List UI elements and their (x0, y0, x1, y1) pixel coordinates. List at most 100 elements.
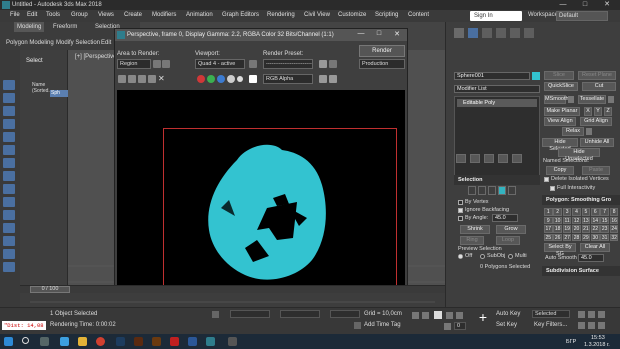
pan-icon[interactable] (578, 322, 585, 329)
smoothing-group-28[interactable]: 28 (572, 233, 581, 241)
menu-rendering[interactable]: Rendering (267, 12, 295, 18)
menu-scripting[interactable]: Scripting (375, 12, 398, 18)
smoothing-group-23[interactable]: 23 (600, 225, 609, 233)
remove-modifier-icon[interactable] (498, 154, 508, 163)
illustrator-icon[interactable] (134, 337, 143, 346)
ie-icon[interactable] (60, 337, 69, 346)
display-helpers-icon[interactable] (3, 158, 15, 168)
menu-graph-editors[interactable]: Graph Editors (222, 12, 259, 18)
tab-freeform[interactable]: Freeform (50, 22, 80, 32)
make-unique-icon[interactable] (484, 154, 494, 163)
display-all-icon[interactable] (3, 236, 15, 246)
alpha-channel-icon[interactable] (227, 75, 235, 83)
smoothing-group-31[interactable]: 31 (600, 233, 609, 241)
smoothing-group-13[interactable]: 13 (581, 216, 591, 224)
quickslice-button[interactable]: QuickSlice (544, 82, 578, 91)
display-shapes-icon[interactable] (3, 119, 15, 129)
planar-y-button[interactable]: Y (594, 107, 602, 116)
smoothing-group-7[interactable]: 7 (600, 208, 609, 216)
toggle-ui-icon[interactable] (319, 75, 327, 83)
smoothing-groups-rollout[interactable]: Polygon: Smoothing Gro (542, 195, 620, 205)
orbit-icon[interactable] (588, 322, 595, 329)
workspace-dropdown[interactable]: Default (556, 11, 608, 21)
go-to-start-icon[interactable] (412, 312, 419, 319)
clone-window-icon[interactable] (138, 75, 146, 83)
time-slider-thumb[interactable]: 0 / 100 (30, 286, 70, 293)
field-of-view-icon[interactable] (598, 311, 605, 318)
menu-animation[interactable]: Animation (186, 12, 213, 18)
modify-selection-panel[interactable]: Modify Selection (56, 40, 100, 46)
set-key-button[interactable]: Set Key (496, 322, 517, 328)
border-mode-icon[interactable] (488, 186, 496, 195)
pin-stack-icon[interactable] (456, 154, 466, 163)
tray-time[interactable]: 15:53 (591, 335, 605, 341)
environment-icon[interactable] (319, 60, 327, 68)
make-planar-button[interactable]: Make Planar (544, 107, 580, 116)
auto-region-icon[interactable] (162, 60, 170, 68)
coord-z-field[interactable] (330, 310, 360, 318)
stack-item-editable-poly[interactable]: Editable Poly (457, 99, 537, 107)
production-dropdown[interactable]: Production (359, 59, 405, 69)
add-time-tag-icon[interactable] (354, 322, 361, 329)
clear-all-button[interactable]: Clear All (580, 243, 610, 252)
display-geometry-icon[interactable] (3, 106, 15, 116)
print-image-icon[interactable] (148, 75, 156, 83)
current-frame-field[interactable]: 0 (454, 322, 466, 330)
polygon-mode-icon[interactable] (498, 186, 506, 195)
maximize-button[interactable]: □ (574, 0, 596, 10)
time-slider[interactable]: 0 / 100 (20, 285, 445, 293)
tessellate-button[interactable]: Tessellate (578, 95, 606, 104)
previous-frame-icon[interactable] (422, 312, 429, 319)
hide-unselected-button[interactable]: Hide Unselected (558, 148, 600, 162)
bridge-icon[interactable] (152, 337, 161, 346)
smoothing-group-15[interactable]: 15 (600, 216, 609, 224)
smoothing-group-14[interactable]: 14 (591, 216, 600, 224)
smoothing-group-1[interactable]: 1 (544, 208, 553, 216)
by-angle-spinner[interactable]: 45.0 (492, 214, 518, 222)
lock-selection-icon[interactable] (212, 311, 219, 318)
smoothing-group-26[interactable]: 26 (553, 233, 562, 241)
msmooth-button[interactable]: MSmooth (544, 95, 569, 104)
vertex-mode-icon[interactable] (468, 186, 476, 195)
smoothing-group-22[interactable]: 22 (591, 225, 600, 233)
delete-isolated-checkbox[interactable] (544, 177, 549, 182)
copy-image-icon[interactable] (128, 75, 136, 83)
full-interactivity-checkbox[interactable] (550, 186, 555, 191)
render-preset-dropdown[interactable]: ------------------------- (263, 59, 313, 69)
smoothing-group-8[interactable]: 8 (609, 208, 619, 216)
render-setup-icon[interactable] (329, 60, 337, 68)
render-button[interactable]: Render (359, 45, 405, 57)
monochrome-icon[interactable] (237, 76, 243, 82)
tray-date[interactable]: 1.3.2018 г. (584, 342, 610, 348)
channel-dropdown[interactable]: RGB Alpha (263, 74, 313, 84)
msmooth-settings-icon[interactable] (568, 96, 574, 103)
motion-tab-icon[interactable] (496, 28, 506, 38)
swatch-icon[interactable] (249, 75, 257, 83)
add-time-tag[interactable]: Add Time Tag (364, 322, 401, 328)
region-edit-icon[interactable] (153, 60, 161, 68)
lock-viewport-icon[interactable] (249, 60, 257, 68)
menu-content[interactable]: Content (408, 12, 429, 18)
display-spacewarps-icon[interactable] (3, 171, 15, 181)
slice-button[interactable]: Slice (544, 71, 574, 80)
minimize-button[interactable]: — (552, 0, 574, 10)
clear-icon[interactable]: ✕ (158, 75, 166, 83)
relax-button[interactable]: Relax (562, 127, 584, 136)
track-bar[interactable] (20, 293, 445, 307)
explorer-select-menu[interactable]: Select (26, 58, 43, 64)
zoom-icon[interactable] (578, 311, 585, 318)
smoothing-group-12[interactable]: 12 (572, 216, 581, 224)
smoothing-group-30[interactable]: 30 (591, 233, 600, 241)
viewport-dropdown[interactable]: Quad 4 - active (195, 59, 245, 69)
toggle-overlay-icon[interactable] (329, 75, 337, 83)
display-bones-icon[interactable] (3, 210, 15, 220)
3dsmax-taskbar-icon[interactable] (206, 337, 215, 346)
smoothing-group-20[interactable]: 20 (572, 225, 581, 233)
utilities-tab-icon[interactable] (524, 28, 534, 38)
auto-key-button[interactable]: Auto Key (496, 311, 520, 317)
play-icon[interactable] (434, 311, 442, 319)
grid-align-button[interactable]: Grid Align (580, 117, 612, 126)
menu-modifiers[interactable]: Modifiers (152, 12, 176, 18)
blue-channel-icon[interactable] (217, 75, 225, 83)
smoothing-group-10[interactable]: 10 (553, 216, 562, 224)
